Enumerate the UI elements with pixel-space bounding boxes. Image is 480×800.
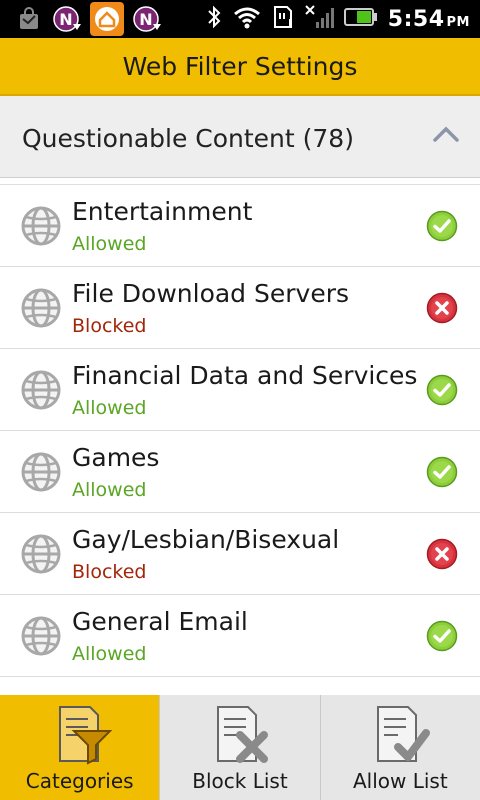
allowed-check-icon[interactable] bbox=[426, 456, 458, 488]
category-name: General Email bbox=[72, 607, 248, 636]
status-bar: N N 5:54 PM bbox=[0, 0, 480, 38]
sd-card-icon bbox=[272, 4, 294, 34]
tab-categories[interactable]: Categories bbox=[0, 695, 161, 800]
system-icons: 5:54 PM bbox=[206, 0, 470, 38]
bluetooth-icon bbox=[206, 4, 222, 34]
category-status: Allowed bbox=[72, 397, 147, 419]
category-status: Allowed bbox=[72, 643, 147, 665]
allowed-check-icon[interactable] bbox=[426, 374, 458, 406]
tab-allow-list[interactable]: Allow List bbox=[321, 695, 480, 800]
section-title: Questionable Content (78) bbox=[22, 124, 354, 153]
category-name: File Download Servers bbox=[72, 279, 350, 308]
filter-document-icon bbox=[58, 706, 112, 765]
tab-label: Categories bbox=[25, 769, 134, 793]
blocked-x-icon[interactable] bbox=[426, 538, 458, 570]
category-status: Blocked bbox=[72, 561, 147, 583]
battery-icon bbox=[343, 7, 378, 31]
svg-text:N: N bbox=[139, 10, 152, 29]
chevron-up-icon[interactable] bbox=[432, 124, 460, 144]
title-bar: Web Filter Settings bbox=[0, 38, 480, 96]
category-list[interactable]: Entertainment Allowed File Download Server… bbox=[0, 184, 480, 696]
no-signal-icon bbox=[304, 4, 334, 34]
tab-label: Allow List bbox=[352, 769, 448, 793]
globe-icon bbox=[20, 369, 62, 411]
notification-icons: N N bbox=[14, 2, 162, 36]
globe-icon bbox=[20, 287, 62, 329]
globe-icon bbox=[20, 533, 62, 575]
list-item[interactable]: General Email Allowed bbox=[0, 595, 480, 677]
category-name: Gay/Lesbian/Bisexual bbox=[72, 525, 340, 554]
norton-n-icon: N bbox=[52, 4, 82, 34]
svg-text:N: N bbox=[59, 10, 72, 29]
norton-n-icon: N bbox=[132, 4, 162, 34]
wifi-icon bbox=[232, 5, 262, 33]
category-name: Financial Data and Services bbox=[72, 361, 418, 390]
list-item[interactable]: Entertainment Allowed bbox=[0, 185, 480, 267]
globe-icon bbox=[20, 205, 62, 247]
shopping-bag-icon bbox=[14, 4, 44, 34]
document-check-icon bbox=[377, 706, 431, 762]
home-app-icon bbox=[90, 2, 124, 36]
clock: 5:54 PM bbox=[388, 7, 470, 32]
list-item[interactable]: File Download Servers Blocked bbox=[0, 267, 480, 349]
category-name: Entertainment bbox=[72, 197, 253, 226]
clock-ampm: PM bbox=[446, 14, 470, 30]
bottom-tab-bar: Categories Block List Allow List bbox=[0, 695, 480, 800]
globe-icon bbox=[20, 451, 62, 493]
page-title: Web Filter Settings bbox=[122, 51, 358, 81]
tab-label: Block List bbox=[192, 769, 288, 793]
allowed-check-icon[interactable] bbox=[426, 210, 458, 242]
document-x-icon bbox=[216, 706, 268, 763]
list-item[interactable]: Financial Data and Services Allowed bbox=[0, 349, 480, 431]
category-name: Games bbox=[72, 443, 160, 472]
section-header[interactable]: Questionable Content (78) bbox=[0, 96, 480, 178]
category-status: Blocked bbox=[72, 315, 147, 337]
list-item[interactable]: Games Allowed bbox=[0, 431, 480, 513]
category-status: Allowed bbox=[72, 233, 147, 255]
category-status: Allowed bbox=[72, 479, 147, 501]
globe-icon bbox=[20, 615, 62, 657]
clock-time: 5:54 bbox=[387, 6, 445, 32]
blocked-x-icon[interactable] bbox=[426, 292, 458, 324]
allowed-check-icon[interactable] bbox=[426, 620, 458, 652]
list-item[interactable]: Gay/Lesbian/Bisexual Blocked bbox=[0, 513, 480, 595]
tab-block-list[interactable]: Block List bbox=[160, 695, 321, 800]
